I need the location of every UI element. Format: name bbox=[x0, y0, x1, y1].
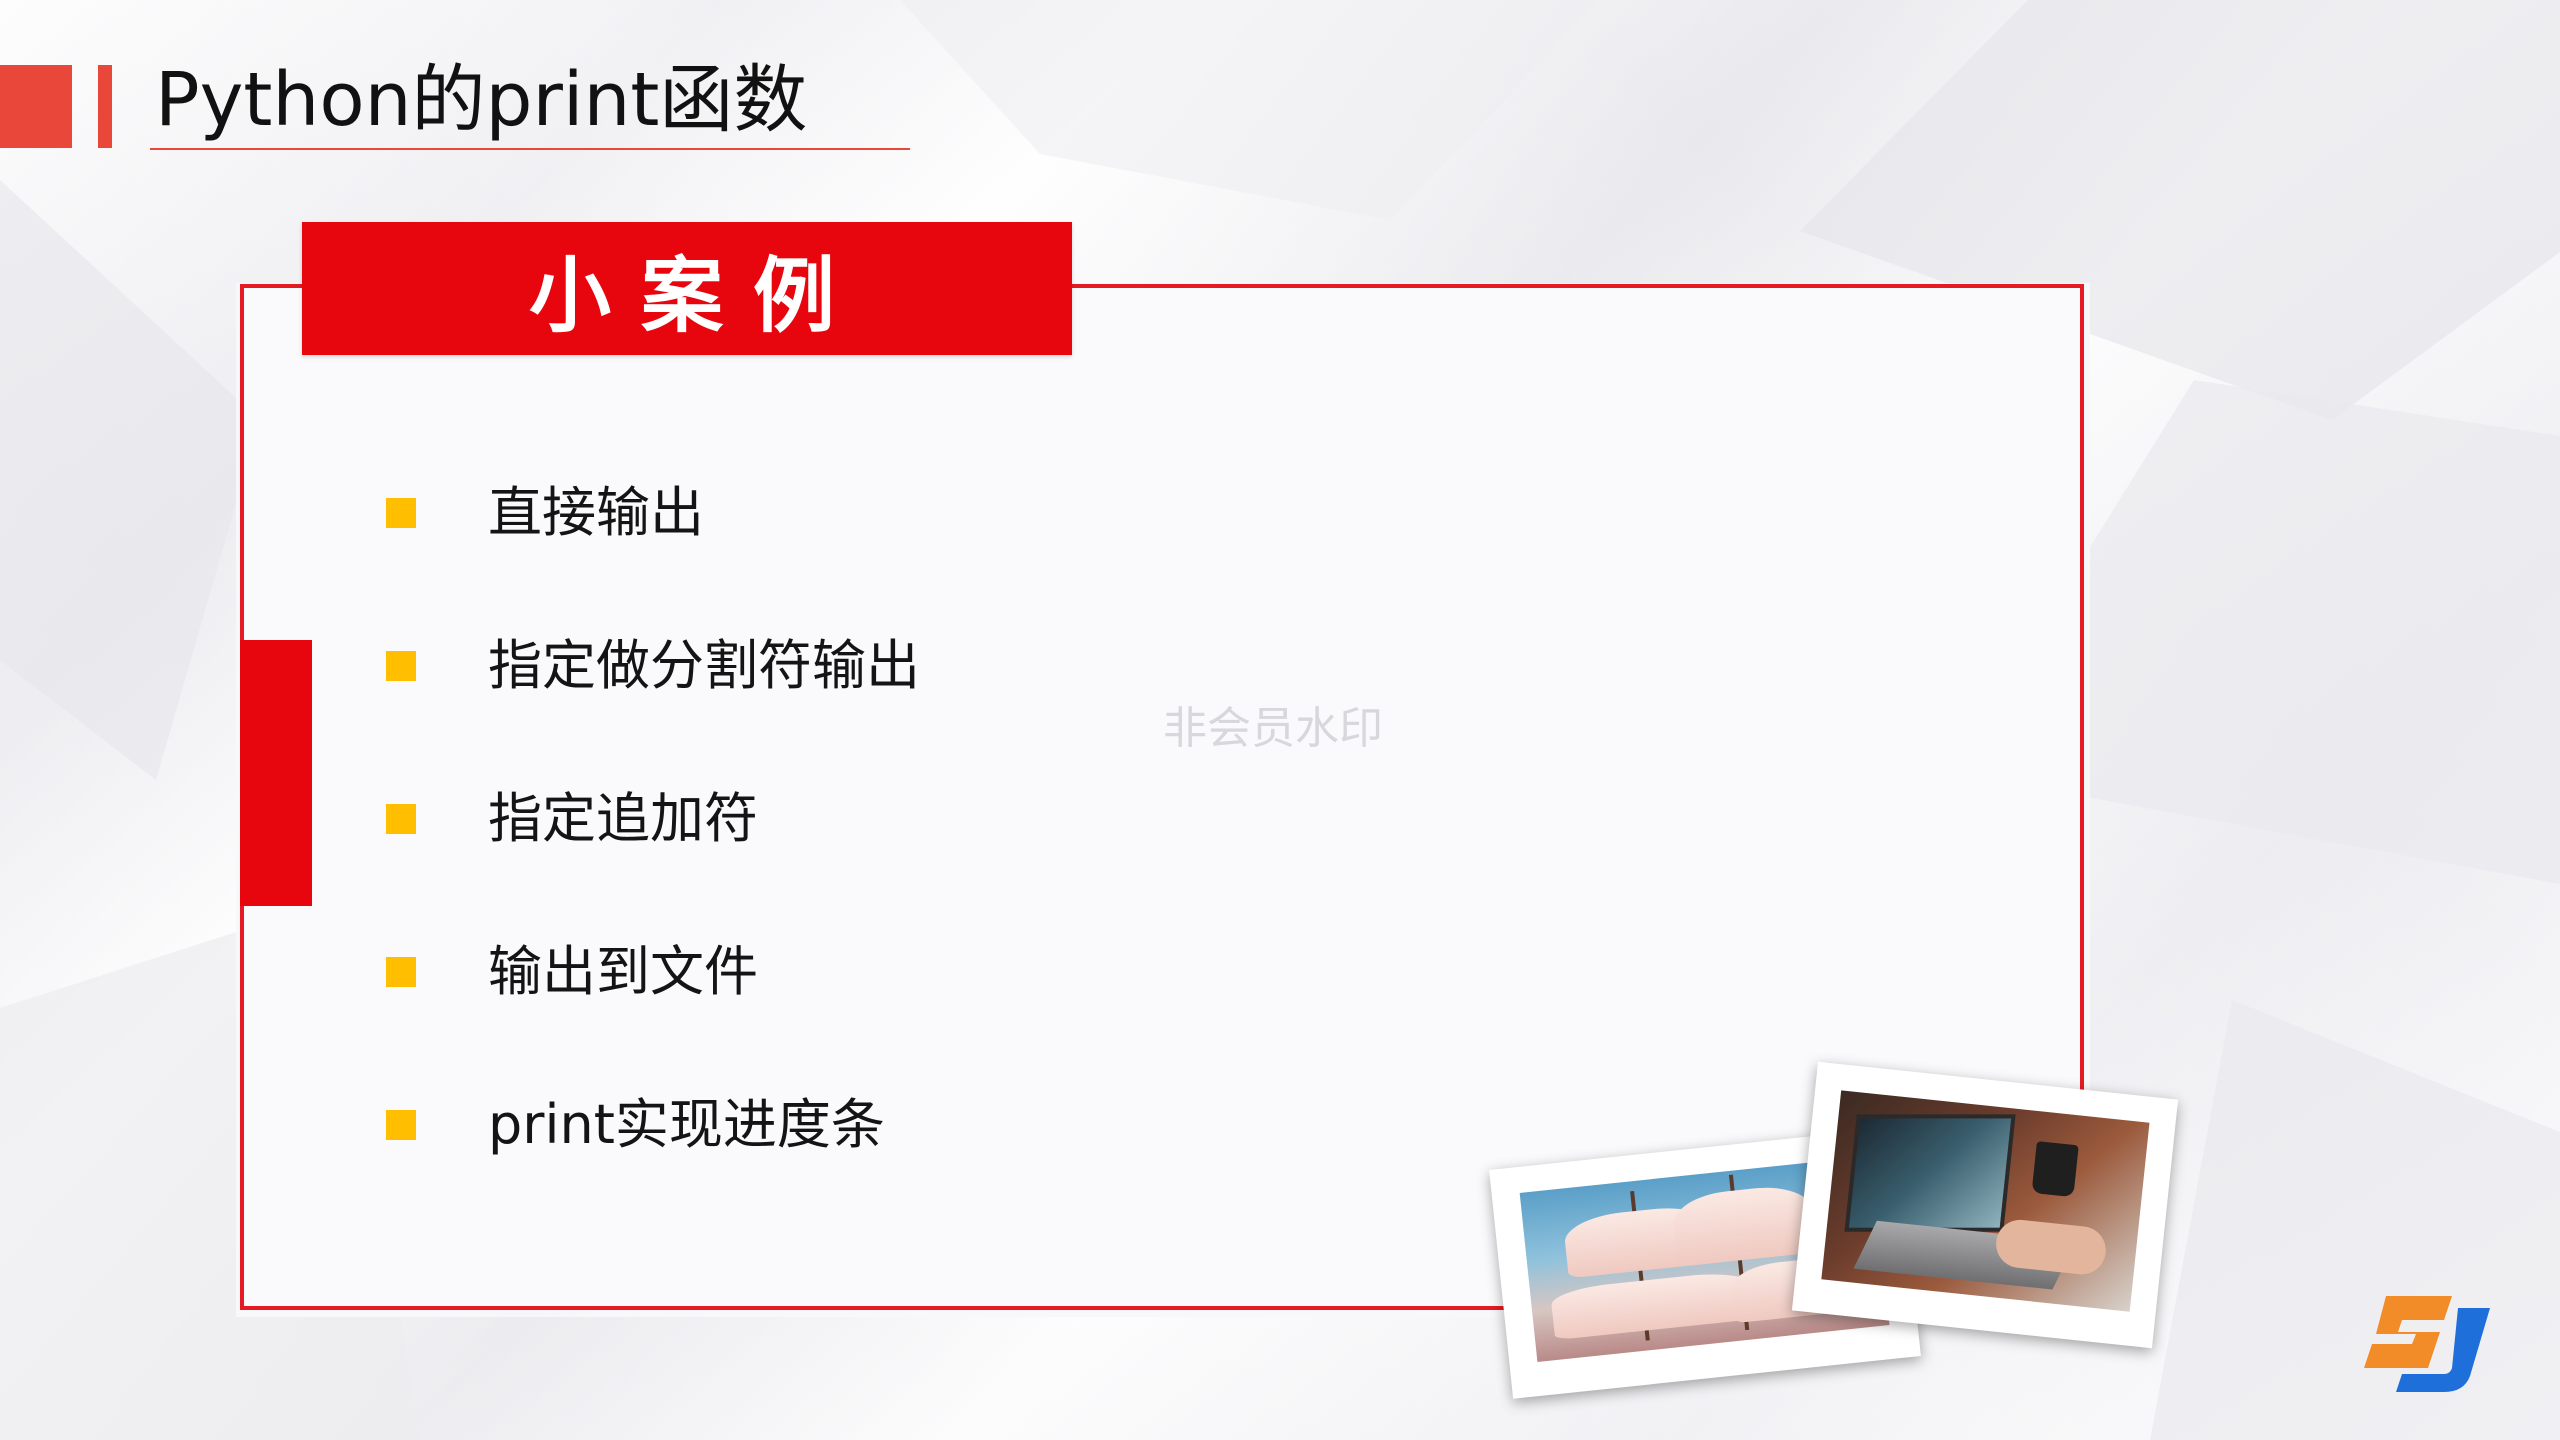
header-accent-block bbox=[0, 65, 72, 148]
list-item: 指定做分割符输出 bbox=[386, 619, 920, 772]
ship-sail bbox=[1550, 1269, 1755, 1341]
card-title: 小案例 bbox=[528, 249, 865, 344]
list-item: 指定追加符 bbox=[386, 772, 920, 925]
card-side-accent bbox=[240, 640, 312, 906]
coffee-cup bbox=[2031, 1141, 2079, 1198]
square-bullet-icon bbox=[386, 804, 416, 834]
list-item-label: 输出到文件 bbox=[488, 940, 758, 1003]
laptop-screen bbox=[1844, 1114, 2016, 1232]
photo-laptop bbox=[1791, 1061, 2179, 1349]
square-bullet-icon bbox=[386, 651, 416, 681]
list-item-label: 指定做分割符输出 bbox=[488, 634, 920, 697]
list-item: 输出到文件 bbox=[386, 925, 920, 1078]
square-bullet-icon bbox=[386, 498, 416, 528]
page-title: Python的print函数 bbox=[155, 57, 808, 143]
list-item: 直接输出 bbox=[386, 466, 920, 619]
ship-sail bbox=[1670, 1182, 1818, 1267]
list-item-label: 指定追加符 bbox=[488, 787, 758, 850]
header-accent-bar bbox=[98, 65, 112, 148]
list-item-label: 直接输出 bbox=[488, 481, 704, 544]
slide: Python的print函数 小案例 直接输出 指定做分割符输出 指定追加符 输… bbox=[0, 0, 2560, 1440]
sj-brand-logo-icon bbox=[2364, 1296, 2490, 1392]
case-list: 直接输出 指定做分割符输出 指定追加符 输出到文件 print实现进度条 bbox=[386, 466, 920, 1231]
list-item: print实现进度条 bbox=[386, 1078, 920, 1231]
watermark: 非会员水印 bbox=[1163, 703, 1383, 754]
background-facet bbox=[2150, 1000, 2560, 1440]
list-item-label: print实现进度条 bbox=[488, 1093, 885, 1156]
square-bullet-icon bbox=[386, 957, 416, 987]
background-facet bbox=[0, 180, 260, 780]
square-bullet-icon bbox=[386, 1110, 416, 1140]
header-underline bbox=[150, 148, 910, 150]
laptop-image bbox=[1821, 1090, 2150, 1312]
card-title-tab: 小案例 bbox=[302, 222, 1072, 355]
background-facet bbox=[900, 0, 1600, 220]
